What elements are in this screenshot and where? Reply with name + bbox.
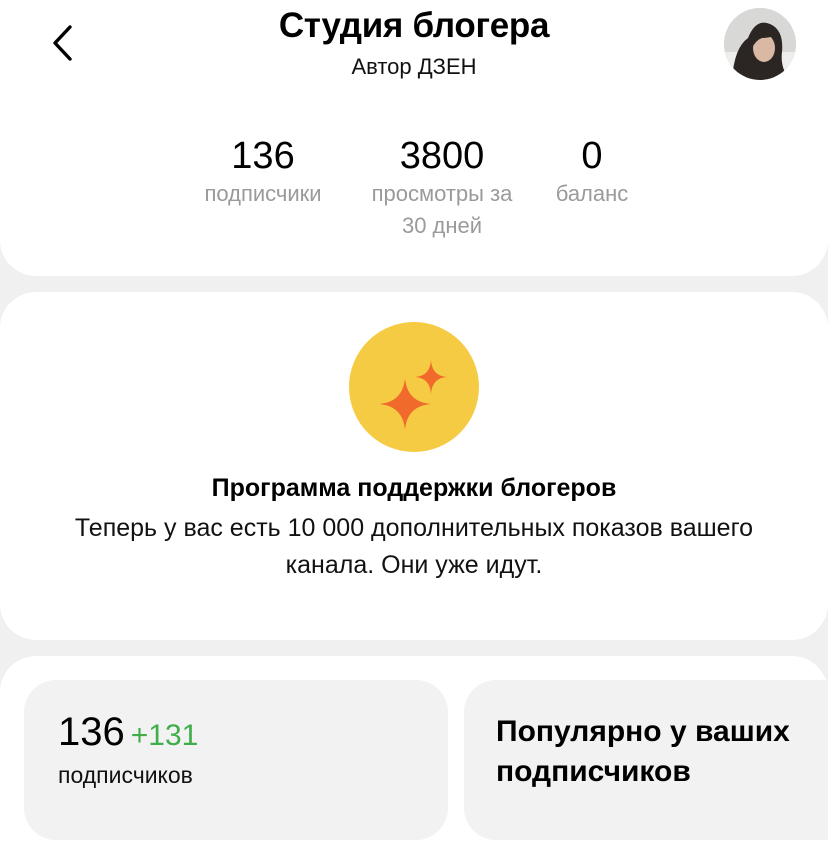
subscribers-label: подписчиков: [58, 762, 193, 788]
stat-label: просмотры за 30 дней: [371, 181, 513, 238]
stat-views[interactable]: 3800 просмотры за 30 дней: [362, 134, 522, 242]
sparkles-icon: [379, 360, 447, 430]
stat-label: баланс: [555, 181, 629, 206]
popular-tile[interactable]: Популярно у ваших подписчиков: [464, 680, 828, 840]
promo-icon-circle: [349, 322, 479, 452]
promo-title: Программа поддержки блогеров: [211, 474, 617, 502]
stat-balance[interactable]: 0 баланс: [532, 134, 652, 210]
promo-card[interactable]: Программа поддержки блогеров Теперь у ва…: [0, 292, 828, 640]
stat-value: 3800: [399, 135, 485, 177]
stat-value: 136: [231, 135, 295, 177]
header-card: Студия блогера Автор ДЗЕН 136 подписчики…: [0, 0, 828, 276]
subscribers-tile[interactable]: 136 +131 подписчиков: [24, 680, 448, 840]
page-subtitle: Автор ДЗЕН: [351, 54, 477, 79]
subscribers-delta: +131: [130, 719, 199, 752]
promo-text: Теперь у вас есть 10 000 дополнительных …: [74, 514, 754, 579]
user-avatar-image: [724, 8, 796, 80]
stat-subscribers[interactable]: 136 подписчики: [183, 134, 343, 210]
page-title: Студия блогера: [278, 6, 550, 45]
subscribers-count: 136 +131: [58, 710, 198, 755]
avatar[interactable]: [724, 8, 796, 80]
popular-heading: Популярно у ваших подписчиков: [496, 715, 790, 788]
stat-value: 0: [581, 135, 603, 177]
stat-label: подписчики: [204, 181, 322, 206]
subscribers-value: 136: [58, 710, 125, 754]
